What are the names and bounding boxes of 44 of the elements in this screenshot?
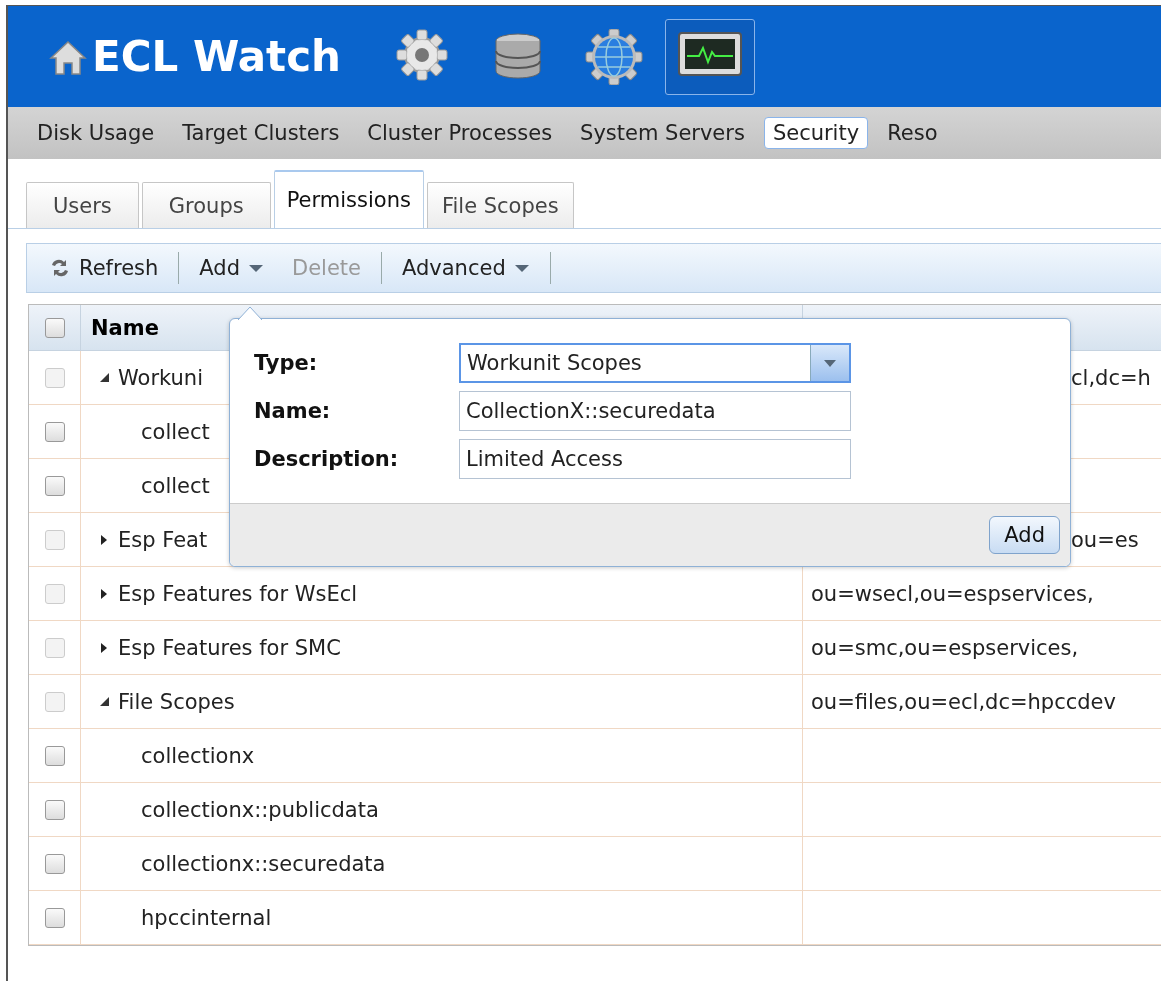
type-dropdown[interactable]: Workunit Scopes: [459, 343, 851, 383]
input-field[interactable]: CollectionX::securedata: [459, 391, 851, 431]
table-cell: collect: [141, 419, 210, 444]
table-cell: Esp Features for WsEcl: [118, 581, 358, 606]
table-cell: Esp Features for SMC: [118, 635, 341, 660]
table-cell: Workuni: [118, 365, 203, 390]
refresh-button[interactable]: Refresh: [35, 252, 173, 284]
table-cell: cl,dc=h: [1071, 365, 1151, 390]
app-title: ECL Watch: [92, 32, 341, 81]
menu-button[interactable]: Add: [185, 252, 278, 284]
globe-gear-icon: [583, 28, 644, 85]
nav-link[interactable]: Target Clusters: [173, 117, 349, 149]
field-label: Description:: [254, 447, 400, 471]
nav-link[interactable]: Reso: [878, 117, 947, 149]
table-cell: ou=es: [1071, 527, 1139, 552]
caret-icon: [824, 359, 836, 367]
table-cell: ou=files,ou=ecl,dc=hpccdev: [811, 689, 1116, 714]
nav-link[interactable]: Security: [763, 117, 869, 149]
refresh-icon: [49, 257, 71, 279]
checkbox[interactable]: [44, 317, 65, 338]
table-cell: collectionx::publicdata: [141, 797, 379, 822]
nav-link[interactable]: Disk Usage: [28, 117, 164, 149]
nav-link[interactable]: System Servers: [571, 117, 754, 149]
caret-icon: [248, 263, 264, 273]
table-cell: ou=wsecl,ou=espservices,: [811, 581, 1094, 606]
tab[interactable]: Users: [26, 182, 139, 228]
input-field[interactable]: Limited Access: [459, 439, 851, 479]
caret-icon: [513, 263, 530, 273]
field-label: Type:: [254, 351, 319, 375]
table-cell: collect: [141, 473, 210, 498]
menu-button[interactable]: Advanced: [388, 252, 544, 284]
tab[interactable]: Groups: [141, 182, 271, 228]
column-header[interactable]: Name: [81, 315, 159, 340]
field-label: Name:: [254, 399, 332, 423]
table-cell: collectionx::securedata: [141, 851, 386, 876]
table-cell: hpccinternal: [141, 905, 272, 930]
table-cell: Esp Feat: [118, 527, 208, 552]
monitor-button[interactable]: [664, 18, 755, 95]
add-button[interactable]: Add: [989, 516, 1060, 554]
table-cell: ou=smc,ou=espservices,: [811, 635, 1079, 660]
table-cell: File Scopes: [118, 689, 235, 714]
table-cell: collectionx: [141, 743, 255, 768]
tab[interactable]: Permissions: [273, 170, 424, 228]
nav-link[interactable]: Cluster Processes: [358, 117, 562, 149]
